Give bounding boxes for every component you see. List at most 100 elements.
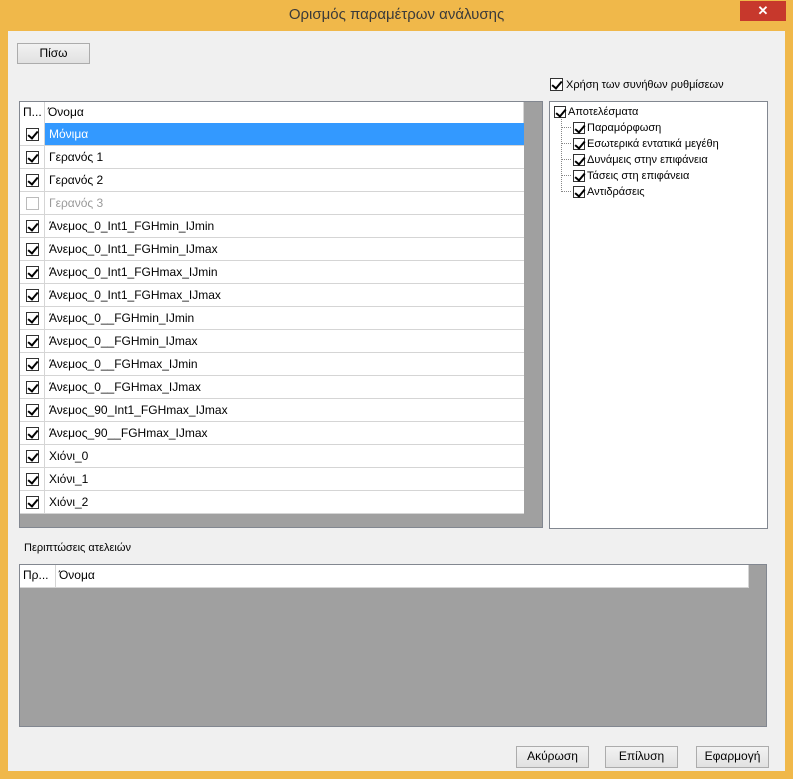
checkbox-icon[interactable] (25, 265, 39, 279)
row-check-cell[interactable] (20, 399, 45, 421)
row-check-cell[interactable] (20, 491, 45, 513)
checkbox-icon[interactable] (25, 219, 39, 233)
checkbox-icon[interactable] (25, 334, 39, 348)
tree-node-label: Εσωτερικά εντατικά μεγέθη (587, 138, 719, 150)
load-cases-grid: Π... Όνομα Μόνιμα Γερανός 1 Γερανός 2 Γεραν… (19, 101, 543, 528)
row-check-cell[interactable] (20, 261, 45, 283)
table-row[interactable]: Γερανός 2 (20, 169, 524, 192)
tree-node-check-icon[interactable] (554, 106, 566, 118)
checkbox-icon[interactable] (25, 127, 39, 141)
table-row[interactable]: Άνεμος_0_Int1_FGHmax_IJmax (20, 284, 524, 307)
checkbox-icon[interactable] (25, 426, 39, 440)
row-check-cell[interactable] (20, 215, 45, 237)
tree-node-label: Παραμόρφωση (587, 122, 662, 134)
table-row[interactable]: Άνεμος_0_Int1_FGHmax_IJmin (20, 261, 524, 284)
column-header-check[interactable]: Πρ... (20, 565, 56, 587)
use-defaults-label: Χρήση των συνήθων ρυθμίσεων (566, 78, 724, 91)
checkbox-icon[interactable] (25, 242, 39, 256)
tree-node-check-icon[interactable] (573, 170, 585, 182)
tree-node-reactions[interactable]: Αντιδράσεις (573, 184, 645, 200)
checkbox-icon[interactable] (25, 380, 39, 394)
table-row[interactable]: Άνεμος_0_Int1_FGHmin_IJmin (20, 215, 524, 238)
dialog-window: Ορισμός παραμέτρων ανάλυσης ✕ Πίσω Χρήση… (0, 0, 793, 779)
tree-connector (561, 119, 562, 192)
row-check-cell[interactable] (20, 238, 45, 260)
row-name: Άνεμος_0__FGHmin_IJmax (49, 334, 198, 348)
tree-node-internal-forces[interactable]: Εσωτερικά εντατικά μεγέθη (573, 136, 719, 152)
tree-node-check-icon[interactable] (573, 186, 585, 198)
row-check-cell[interactable] (20, 284, 45, 306)
column-header-name[interactable]: Όνομα (45, 102, 524, 123)
tree-node-check-icon[interactable] (573, 122, 585, 134)
table-row[interactable]: Άνεμος_0__FGHmax_IJmax (20, 376, 524, 399)
row-check-cell[interactable] (20, 169, 45, 191)
checkbox-icon[interactable] (25, 173, 39, 187)
use-defaults-checkbox[interactable]: Χρήση των συνήθων ρυθμίσεων (550, 78, 724, 91)
close-icon: ✕ (757, 3, 769, 18)
table-row[interactable]: Γερανός 3 (20, 192, 524, 215)
table-row[interactable]: Μόνιμα (20, 123, 524, 146)
tree-node-deformation[interactable]: Παραμόρφωση (573, 120, 661, 136)
title-bar[interactable]: Ορισμός παραμέτρων ανάλυσης ✕ (0, 0, 793, 31)
cancel-button[interactable]: Ακύρωση (516, 746, 589, 768)
row-check-cell[interactable] (20, 146, 45, 168)
column-header-check[interactable]: Π... (20, 102, 45, 123)
row-check-cell[interactable] (20, 353, 45, 375)
checkbox-icon[interactable] (25, 196, 39, 210)
row-name: Άνεμος_0__FGHmax_IJmin (49, 357, 198, 371)
table-row[interactable]: Άνεμος_90__FGHmax_IJmax (20, 422, 524, 445)
row-name: Άνεμος_0_Int1_FGHmax_IJmax (49, 288, 221, 302)
row-name: Γερανός 2 (49, 173, 104, 187)
row-name: Χιόνι_1 (49, 472, 89, 486)
row-check-cell[interactable] (20, 376, 45, 398)
checkbox-icon[interactable] (25, 150, 39, 164)
row-name: Γερανός 3 (49, 196, 104, 210)
table-row[interactable]: Άνεμος_0__FGHmin_IJmin (20, 307, 524, 330)
tree-node-label: Αποτελέσματα (568, 106, 639, 118)
table-row[interactable]: Χιόνι_1 (20, 468, 524, 491)
table-row[interactable]: Άνεμος_90_Int1_FGHmax_IJmax (20, 399, 524, 422)
row-check-cell[interactable] (20, 468, 45, 490)
row-check-cell[interactable] (20, 192, 45, 214)
column-header-name[interactable]: Όνομα (56, 565, 749, 587)
row-name: Άνεμος_90__FGHmax_IJmax (49, 426, 208, 440)
tree-node-check-icon[interactable] (573, 138, 585, 150)
tree-node-results[interactable]: Αποτελέσματα (554, 104, 638, 120)
tree-node-surface-forces[interactable]: Δυνάμεις στην επιφάνεια (573, 152, 708, 168)
row-check-cell[interactable] (20, 330, 45, 352)
row-name: Άνεμος_0_Int1_FGHmin_IJmin (49, 219, 215, 233)
table-row[interactable]: Χιόνι_0 (20, 445, 524, 468)
tree-connector (561, 143, 571, 144)
row-check-cell[interactable] (20, 307, 45, 329)
checkbox-icon[interactable] (25, 495, 39, 509)
table-row[interactable]: Γερανός 1 (20, 146, 524, 169)
apply-button[interactable]: Εφαρμογή (696, 746, 769, 768)
checkbox-icon[interactable] (25, 311, 39, 325)
table-row[interactable]: Άνεμος_0__FGHmax_IJmin (20, 353, 524, 376)
row-check-cell[interactable] (20, 422, 45, 444)
row-name: Μόνιμα (45, 123, 524, 145)
row-check-cell[interactable] (20, 445, 45, 467)
checkbox-icon[interactable] (25, 288, 39, 302)
row-check-cell[interactable] (20, 123, 45, 145)
table-row[interactable]: Χιόνι_2 (20, 491, 524, 514)
use-defaults-check-icon[interactable] (550, 78, 563, 91)
tree-connector (561, 159, 571, 160)
checkbox-icon[interactable] (25, 449, 39, 463)
back-button[interactable]: Πίσω (17, 43, 90, 64)
tree-connector (561, 191, 571, 192)
tree-node-label: Αντιδράσεις (587, 186, 645, 198)
checkbox-icon[interactable] (25, 403, 39, 417)
tree-node-surface-stresses[interactable]: Τάσεις στη επιφάνεια (573, 168, 689, 184)
tree-node-check-icon[interactable] (573, 154, 585, 166)
row-name: Χιόνι_0 (49, 449, 89, 463)
checkbox-icon[interactable] (25, 472, 39, 486)
results-tree: Αποτελέσματα Παραμόρφωση Εσωτερικά εντατ… (549, 101, 768, 529)
row-name: Άνεμος_0_Int1_FGHmax_IJmin (49, 265, 218, 279)
close-button[interactable]: ✕ (740, 1, 786, 21)
solve-button[interactable]: Επίλυση (605, 746, 678, 768)
table-row[interactable]: Άνεμος_0__FGHmin_IJmax (20, 330, 524, 353)
tree-connector (561, 175, 571, 176)
checkbox-icon[interactable] (25, 357, 39, 371)
table-row[interactable]: Άνεμος_0_Int1_FGHmin_IJmax (20, 238, 524, 261)
